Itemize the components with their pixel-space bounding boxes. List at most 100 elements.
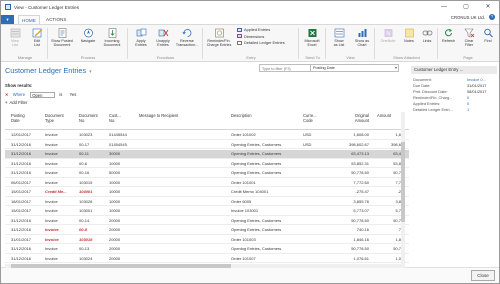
cell-document-type: Invoice xyxy=(45,151,58,156)
show-posted-document-button[interactable]: Show Posted Document xyxy=(49,27,75,52)
close-button[interactable]: Close xyxy=(471,270,495,281)
column-header-amount[interactable]: Amount xyxy=(377,113,391,119)
refresh-button[interactable]: Refresh xyxy=(438,27,459,52)
incoming-document-label: Incoming Document xyxy=(103,39,121,48)
cell-customer-no: 30000 xyxy=(109,151,121,156)
view-list-button[interactable]: View List xyxy=(3,27,27,52)
navigate-label: Navigate xyxy=(80,39,96,43)
column-header-document-type[interactable]: Document Type xyxy=(45,113,64,123)
detailed-ledger-entries-button[interactable]: Detailed Ledger Entries xyxy=(237,40,285,46)
remove-filter-icon[interactable]: ✕ xyxy=(5,92,9,97)
table-row[interactable]: 31/12/2016 Invoice 103024 20000 Order 101007… xyxy=(5,255,409,263)
filter-box: Type to filter (F3) Posting Date ▾ xyxy=(259,64,399,72)
help-icon[interactable]: ? xyxy=(489,14,495,20)
posted-document-icon xyxy=(58,28,66,38)
microsoft-excel-label: Microsoft Excel xyxy=(304,39,320,48)
applied-entries-label: Applied Entries xyxy=(244,27,271,32)
find-button[interactable]: Find xyxy=(478,27,498,52)
refresh-label: Refresh xyxy=(442,39,455,43)
column-header-currency-code[interactable]: Curre... Code xyxy=(303,113,317,123)
navigate-button[interactable]: Navigate xyxy=(76,27,100,52)
cell-message xyxy=(139,179,229,188)
table-row[interactable]: 12/01/2017 Invoice 103023 01445544 Order 101… xyxy=(5,131,409,140)
table-row[interactable]: 31/01/2017 Invoice 103018 20000 Order 101003… xyxy=(5,236,409,244)
cell-document-no: 103028 xyxy=(79,198,93,204)
page-title-dropdown-icon[interactable]: ▾ xyxy=(89,69,92,75)
filter-value-input[interactable]: Yes xyxy=(70,92,77,97)
cell-original-amount: 1,076.61 xyxy=(353,255,369,261)
filter-row: ✕ Where Open is Yes xyxy=(5,91,76,98)
cell-document-no: 00-8 xyxy=(79,227,88,232)
table-row[interactable]: 06/01/2017 Invoice 103015 10000 Order 101001… xyxy=(5,179,409,188)
cell-currency-code xyxy=(303,169,333,178)
cell-currency-code xyxy=(303,198,333,207)
column-header-original-amount[interactable]: Original Amount xyxy=(341,113,369,123)
table-row[interactable]: 31/12/2016 Invoice 00-13 20000 Opening Entri… xyxy=(5,245,409,254)
incoming-document-button[interactable]: Incoming Document xyxy=(99,27,125,52)
cell-original-amount: 3,855.76 xyxy=(353,198,369,204)
factbox-detailed-count[interactable]: 1 xyxy=(467,107,469,113)
table-row[interactable]: 15/01/2017 Invoice 103001 10000 Invoice 1030… xyxy=(5,207,409,216)
horizontal-scrollbar[interactable] xyxy=(5,264,405,268)
cell-description: Order 101003 xyxy=(231,236,256,242)
dimensions-icon xyxy=(237,34,242,38)
table-row[interactable]: 31/12/2016 Invoice 00-11 30000 Opening Entri… xyxy=(5,150,409,159)
company-name[interactable]: CRONUS UK Ltd. xyxy=(451,15,485,20)
filter-field-select[interactable]: Posting Date xyxy=(310,64,399,72)
column-header-message[interactable]: Message to Recipient xyxy=(139,113,178,119)
excel-icon xyxy=(308,29,316,37)
cell-customer-no: 10000 xyxy=(109,179,121,185)
dimensions-button[interactable]: Dimensions xyxy=(237,34,264,40)
clear-filter-button[interactable]: Clear Filter xyxy=(459,27,479,52)
table-row[interactable]: 31/12/2016 Invoice 00-17 01454545 Opening En… xyxy=(5,141,409,149)
cell-amount: 7,7 xyxy=(395,179,401,185)
table-row[interactable]: 31/12/2016 Invoice 00-16 50000 Opening Entri… xyxy=(5,169,409,178)
cell-document-type: Invoice xyxy=(45,217,58,223)
cell-description: Opening Entries, Customers xyxy=(231,160,282,166)
cell-original-amount: 7,772.60 xyxy=(353,179,369,185)
applied-entries-button[interactable]: Applied Entries xyxy=(237,27,270,33)
vertical-scrollbar[interactable] xyxy=(401,112,405,272)
cell-amount: 53,8 xyxy=(393,160,401,166)
tab-actions[interactable]: ACTIONS xyxy=(43,15,69,24)
table-row[interactable]: 31/12/2016 Invoice 00-8 20000 Opening Entrie… xyxy=(5,226,409,235)
maximize-button[interactable]: ▢ xyxy=(455,1,477,14)
table-row[interactable]: 31/12/2016 Invoice 00-6 10000 Opening Entrie… xyxy=(5,160,409,168)
filter-field-dropdown[interactable]: Open xyxy=(30,91,56,98)
reminder-fin-charge-button[interactable]: Reminder/Fin. Charge Entries xyxy=(204,27,234,52)
edit-list-button[interactable]: Edit List xyxy=(25,27,49,52)
close-window-button[interactable]: ✕ xyxy=(477,1,499,14)
show-as-list-button[interactable]: Show as List xyxy=(327,27,351,52)
reverse-transaction-button[interactable]: Reverse Transaction... xyxy=(173,27,201,52)
horizontal-scrollbar-thumb[interactable] xyxy=(11,264,231,268)
add-filter-button[interactable]: + Add Filter xyxy=(5,100,27,105)
factbox-header[interactable]: Customer Ledger Entry ... xyxy=(411,66,497,74)
cell-posting-date: 31/12/2016 xyxy=(11,246,32,251)
factbox-label: Detailed Ledger Entri... xyxy=(413,107,453,112)
cell-posting-date: 12/01/2017 xyxy=(11,132,32,137)
chevron-down-icon[interactable]: ▾ xyxy=(395,65,397,70)
reminder-icon xyxy=(214,28,224,38)
cell-document-type: Invoice xyxy=(45,170,58,175)
cell-document-no: 103023 xyxy=(79,132,93,137)
apply-entries-button[interactable]: Apply Entries xyxy=(129,27,153,52)
show-results-label: Show results: xyxy=(5,83,33,88)
column-header-document-no[interactable]: Document No. xyxy=(79,113,98,123)
column-header-posting-date[interactable]: Posting Date xyxy=(11,113,25,123)
column-header-customer-no[interactable]: Cust... No. xyxy=(109,113,121,123)
column-header-description[interactable]: Description xyxy=(231,113,251,119)
links-button[interactable]: Links xyxy=(415,27,439,52)
file-menu-button[interactable]: ▾ xyxy=(1,15,14,24)
factbox-row: Detailed Ledger Entri... 1 xyxy=(413,107,497,113)
tab-home[interactable]: HOME xyxy=(18,15,40,24)
table-row[interactable]: 15/01/2017 Credit Me... 104001 10000 Credit … xyxy=(5,188,409,197)
table-row[interactable]: 31/12/2016 Invoice 00-14 20000 Opening Entri… xyxy=(5,217,409,225)
table-row[interactable]: 18/01/2017 Invoice 103028 10000 Order 6005 3,… xyxy=(5,198,409,207)
filter-input[interactable]: Type to filter (F3) xyxy=(262,67,291,71)
unapply-entries-button[interactable]: Unapply Entries xyxy=(151,27,175,52)
minimize-button[interactable]: — xyxy=(433,1,455,14)
ribbon-separator xyxy=(202,28,203,59)
vertical-scrollbar-thumb[interactable] xyxy=(401,142,405,222)
microsoft-excel-button[interactable]: Microsoft Excel xyxy=(300,27,324,52)
show-as-chart-button[interactable]: Show as Chart xyxy=(350,27,374,52)
